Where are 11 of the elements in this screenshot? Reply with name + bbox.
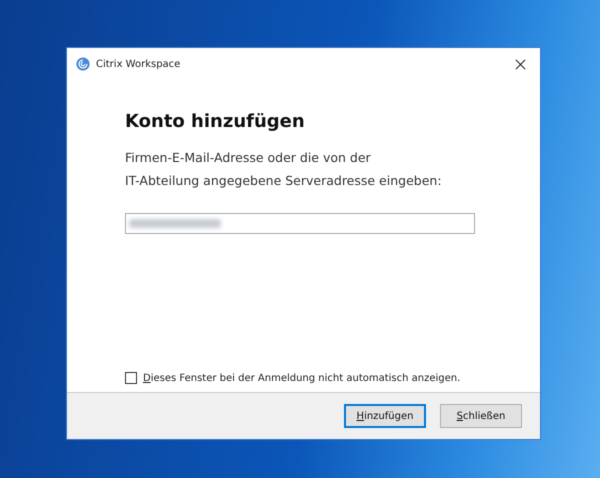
close-button[interactable]: Schließen	[440, 404, 522, 428]
instruction-text: IT-Abteilung angegebene Serveradresse eingeben:	[125, 172, 443, 190]
dialog-heading: Konto hinzufügen	[125, 111, 306, 133]
window-title: Citrix Workspace	[96, 58, 182, 70]
close-icon[interactable]	[515, 58, 526, 70]
add-button[interactable]: Hinzufügen	[344, 404, 426, 428]
instruction-text: Firmen-E-Mail-Adresse oder die von der	[125, 149, 372, 167]
address-input-field[interactable]	[125, 213, 475, 234]
checkbox-label[interactable]: Dieses Fenster bei der Anmeldung nicht automatisch anzeigen.	[143, 372, 460, 384]
app-logo-icon	[76, 57, 90, 71]
checkbox[interactable]	[125, 372, 137, 384]
